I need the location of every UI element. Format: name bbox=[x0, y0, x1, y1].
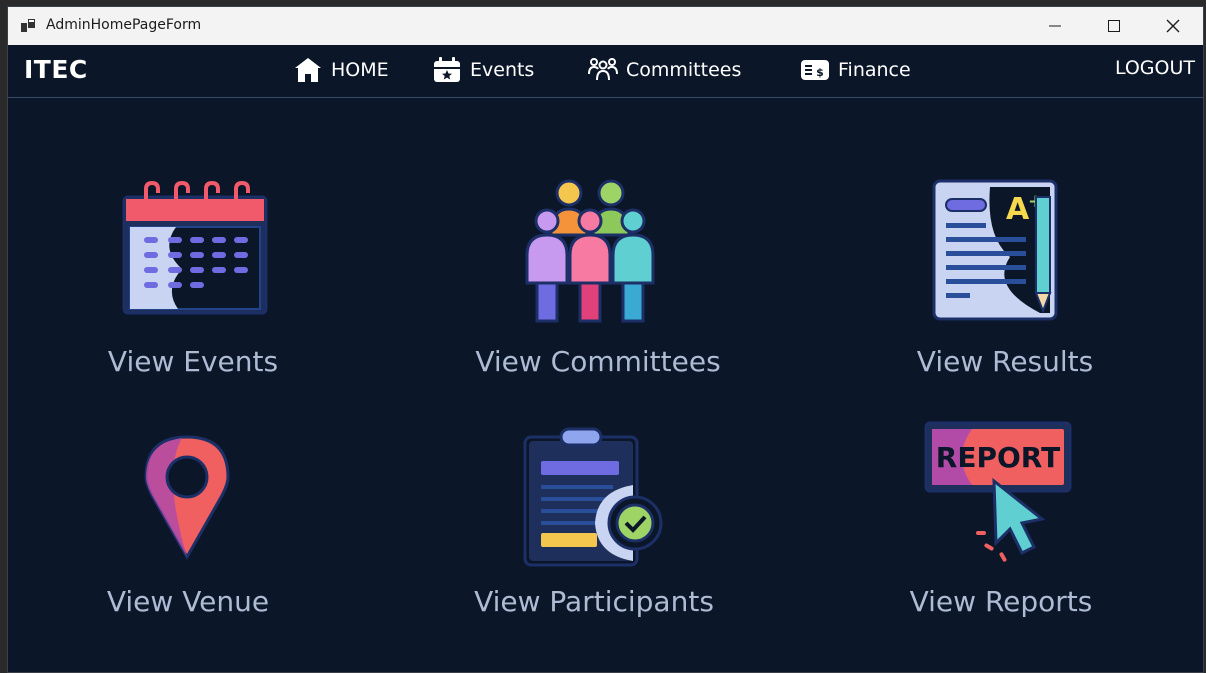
close-button[interactable] bbox=[1144, 7, 1202, 45]
nav-committees[interactable]: Committees bbox=[588, 54, 741, 86]
minimize-icon bbox=[1049, 25, 1061, 27]
committee-people-icon bbox=[525, 179, 655, 323]
logout-button[interactable]: LOGOUT bbox=[1115, 57, 1195, 79]
view-participants-tile[interactable]: View Participants bbox=[463, 427, 733, 647]
svg-text:A: A bbox=[1006, 192, 1030, 227]
view-events-tile[interactable]: View Events bbox=[98, 167, 288, 387]
finance-icon: $ bbox=[801, 60, 829, 80]
view-committees-label: View Committees bbox=[475, 345, 721, 378]
view-reports-label: View Reports bbox=[909, 585, 1093, 618]
clipboard-check-icon bbox=[523, 427, 663, 567]
location-pin-icon bbox=[144, 435, 230, 561]
view-reports-tile[interactable]: REPORT View Reports bbox=[888, 417, 1118, 647]
nav-events-label: Events bbox=[470, 59, 535, 81]
nav-home-label: HOME bbox=[331, 59, 389, 81]
nav-finance[interactable]: $ Finance bbox=[800, 54, 911, 86]
window-title: AdminHomePageForm bbox=[46, 17, 202, 33]
view-results-label: View Results bbox=[916, 345, 1094, 378]
nav-finance-label: Finance bbox=[838, 59, 911, 81]
app-window: AdminHomePageForm ITEC HOME Events Commi… bbox=[7, 6, 1204, 673]
calendar-icon bbox=[434, 57, 460, 82]
title-bar: AdminHomePageForm bbox=[8, 7, 1203, 45]
report-cursor-icon: REPORT bbox=[924, 421, 1072, 562]
app-window-icon bbox=[20, 18, 36, 34]
nav-bar: ITEC HOME Events Committees $ Finance LO… bbox=[8, 45, 1203, 98]
svg-text:REPORT: REPORT bbox=[936, 441, 1060, 474]
minimize-button[interactable] bbox=[1026, 7, 1084, 45]
brand-logo: ITEC bbox=[24, 55, 88, 84]
calendar-icon bbox=[122, 180, 268, 315]
nav-committees-label: Committees bbox=[626, 59, 742, 81]
home-icon bbox=[295, 58, 321, 82]
nav-home[interactable]: HOME bbox=[293, 54, 389, 86]
maximize-button[interactable] bbox=[1085, 7, 1143, 45]
view-events-label: View Events bbox=[107, 345, 279, 378]
view-venue-label: View Venue bbox=[106, 585, 270, 618]
svg-text:$: $ bbox=[816, 66, 824, 79]
maximize-icon bbox=[1108, 20, 1120, 32]
close-icon bbox=[1166, 19, 1180, 33]
view-participants-label: View Participants bbox=[474, 585, 714, 618]
view-venue-tile[interactable]: View Venue bbox=[98, 427, 288, 647]
view-committees-tile[interactable]: View Committees bbox=[463, 167, 733, 387]
graded-paper-icon: A + bbox=[932, 179, 1058, 321]
view-results-tile[interactable]: A + View Results bbox=[888, 167, 1118, 387]
nav-events[interactable]: Events bbox=[432, 54, 534, 86]
people-icon bbox=[588, 58, 618, 81]
